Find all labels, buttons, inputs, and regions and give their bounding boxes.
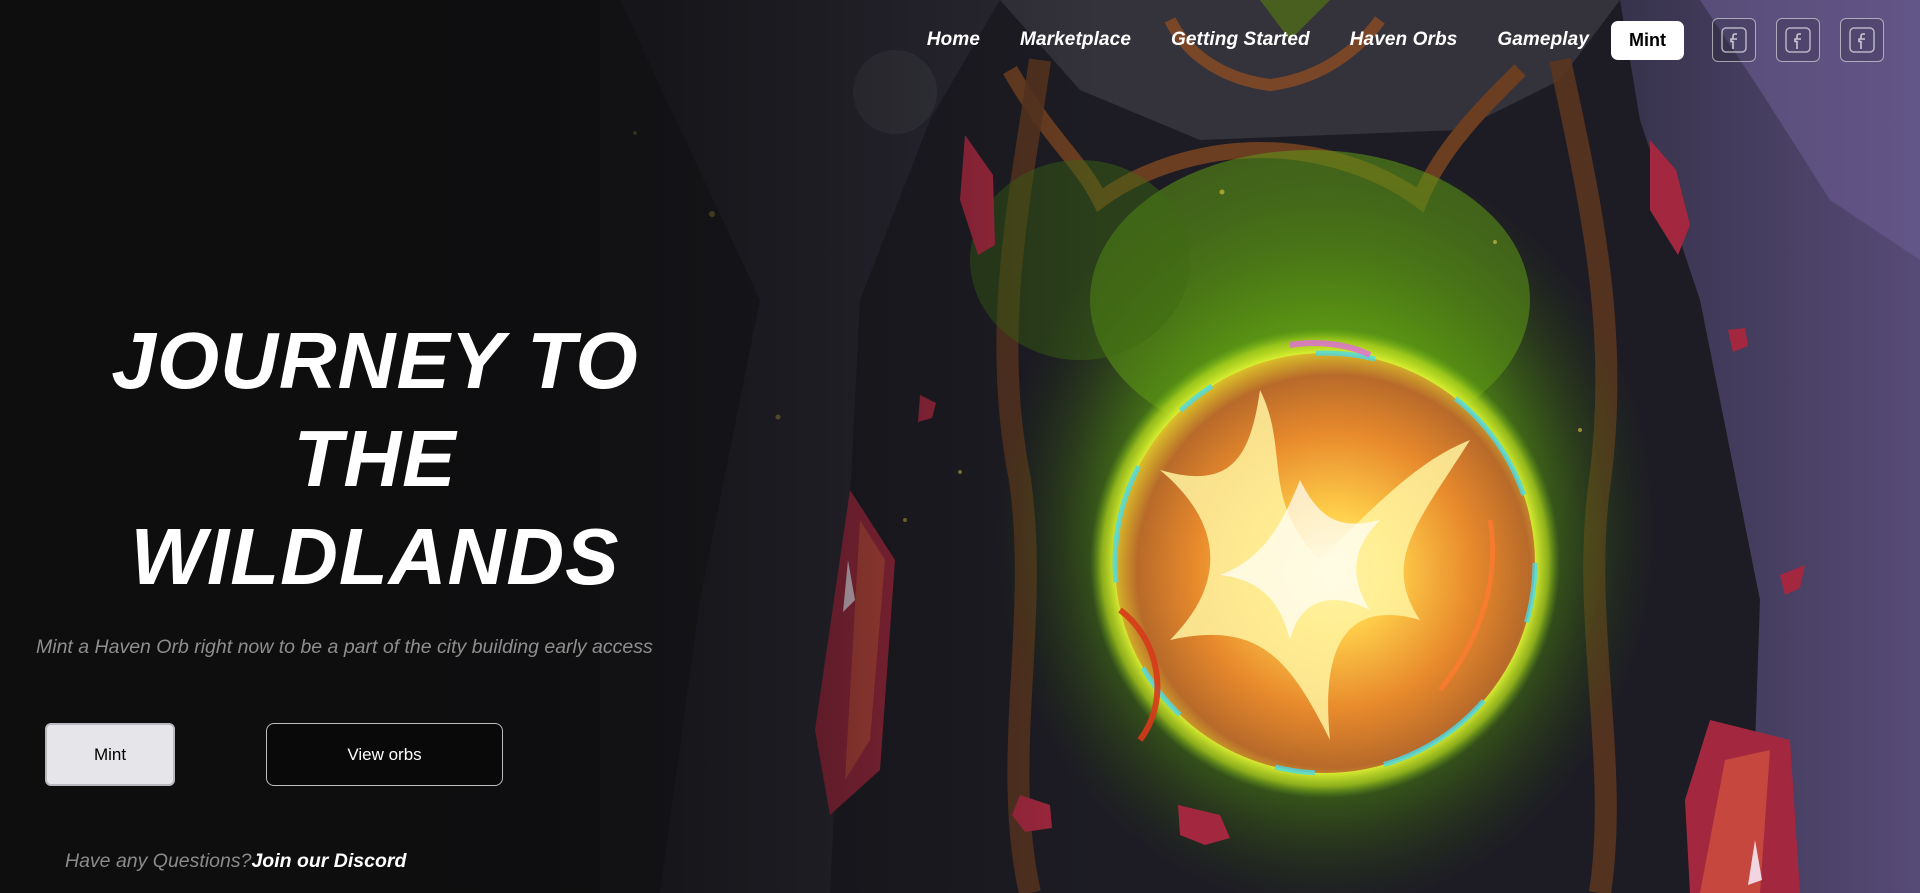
nav-link-haven-orbs[interactable]: Haven Orbs — [1350, 29, 1458, 51]
social-button-3[interactable] — [1840, 18, 1884, 62]
facebook-icon — [1721, 27, 1747, 53]
nav-link-marketplace[interactable]: Marketplace — [1020, 29, 1131, 51]
discord-link[interactable]: Join our Discord — [251, 850, 406, 872]
social-button-2[interactable] — [1776, 18, 1820, 62]
view-orbs-button[interactable]: View orbs — [266, 723, 503, 786]
hero-title-line-1: JOURNEY TO THE — [111, 316, 639, 503]
hero-mint-button[interactable]: Mint — [45, 723, 175, 786]
discord-prompt: Have any Questions?Join our Discord — [65, 850, 406, 873]
hero-title: JOURNEY TO THE WILDLANDS — [30, 312, 720, 606]
social-button-1[interactable] — [1712, 18, 1756, 62]
nav-mint-button[interactable]: Mint — [1611, 20, 1684, 60]
hero-subtitle: Mint a Haven Orb right now to be a part … — [36, 636, 653, 658]
facebook-icon — [1849, 27, 1875, 53]
nav-link-home[interactable]: Home — [927, 29, 980, 51]
facebook-icon — [1785, 27, 1811, 53]
hero-title-line-2: WILDLANDS — [130, 512, 620, 601]
nav-link-gameplay[interactable]: Gameplay — [1497, 29, 1589, 51]
nav-link-getting-started[interactable]: Getting Started — [1171, 29, 1310, 51]
top-navigation: Home Marketplace Getting Started Haven O… — [927, 18, 1884, 62]
landing-page: Home Marketplace Getting Started Haven O… — [0, 0, 1920, 893]
social-links — [1712, 18, 1884, 62]
question-text: Have any Questions? — [65, 850, 252, 872]
